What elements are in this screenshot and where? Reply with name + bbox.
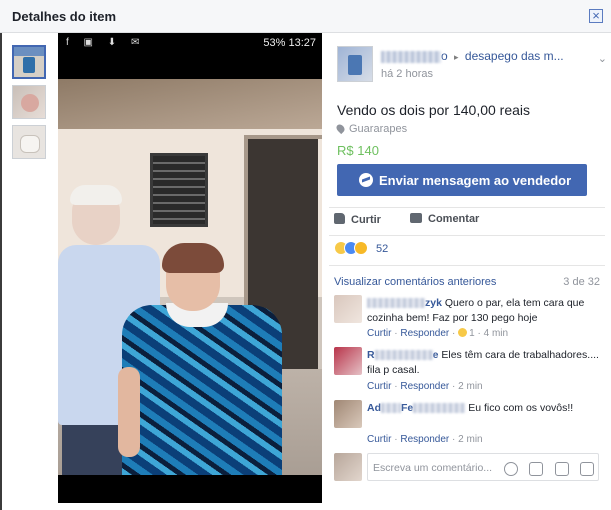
wow-reaction-icon <box>354 241 368 255</box>
comment-time[interactable]: 4 min <box>484 328 508 339</box>
thumbnail-strip <box>12 45 48 165</box>
item-price: R$ 140 <box>337 143 379 158</box>
messenger-icon <box>359 173 373 187</box>
item-photo[interactable]: f ▣ ⬇ ✉ 53% 13:27 <box>58 33 322 503</box>
thumbnail-1[interactable] <box>12 45 46 79</box>
comment-count: 3 de 32 <box>563 276 600 288</box>
battery-clock: 53% 13:27 <box>263 37 316 49</box>
commenter-name[interactable]: Ad Fe <box>367 402 466 414</box>
seller-avatar[interactable] <box>337 46 373 82</box>
comment-bubble-icon <box>410 213 422 223</box>
reaction-count: 52 <box>376 243 389 255</box>
comment-body: Ad Fe Eu fico com os vovôs!! <box>367 401 599 416</box>
blurred-name <box>381 50 441 63</box>
comment-composer: Escreva um comentário... <box>334 453 600 481</box>
photo-scene <box>58 79 322 475</box>
camera-icon[interactable] <box>529 461 544 476</box>
comment-meta: Curtir · Responder · 2 min <box>367 381 483 392</box>
comment-reply-link[interactable]: Responder <box>400 434 449 445</box>
seller-name[interactable]: o ▸ desapego das m... <box>381 49 564 63</box>
commenter-name[interactable]: zyk <box>367 297 442 309</box>
dialog-header: Detalhes do item × <box>0 0 611 33</box>
status-icons: f ▣ ⬇ ✉ <box>66 37 146 48</box>
commenter-avatar[interactable] <box>334 400 362 428</box>
message-seller-button[interactable]: Enviar mensagem ao vendedor <box>337 164 587 196</box>
comment-item: zyk Quero o par, ela tem cara que cozinh… <box>334 295 600 343</box>
thumbnail-3[interactable] <box>12 125 46 159</box>
dialog-title: Detalhes do item <box>12 9 117 24</box>
commenter-avatar[interactable] <box>334 347 362 375</box>
like-button[interactable]: Curtir <box>334 213 381 226</box>
commenter-name[interactable]: Re <box>367 349 438 361</box>
comment-like-link[interactable]: Curtir <box>367 434 391 445</box>
comment-time[interactable]: 2 min <box>458 381 482 392</box>
comment-item: Re Eles têm cara de trabalhadores.... fi… <box>334 347 600 395</box>
emoji-icon[interactable] <box>503 461 518 476</box>
current-user-avatar <box>334 453 362 481</box>
comment-button[interactable]: Comentar <box>410 213 479 225</box>
comment-meta: Curtir · Responder · 2 min <box>367 434 483 445</box>
item-details-panel: o ▸ desapego das m... há 2 horas ⌄ Vendo… <box>323 33 611 510</box>
close-icon[interactable]: × <box>589 9 603 23</box>
group-link[interactable]: desapego das m... <box>465 49 564 63</box>
divider <box>329 207 605 208</box>
comment-time[interactable]: 2 min <box>458 434 482 445</box>
divider <box>329 265 605 266</box>
arrow-right-icon: ▸ <box>454 52 459 62</box>
thumbs-up-icon <box>334 213 345 224</box>
comment-like-link[interactable]: Curtir <box>367 328 391 339</box>
comment-text: Eu fico com os vovôs!! <box>468 402 574 414</box>
view-previous-comments-link[interactable]: Visualizar comentários anteriores <box>334 276 496 288</box>
comment-reply-link[interactable]: Responder <box>400 381 449 392</box>
thumbnail-2[interactable] <box>12 85 46 119</box>
location-pin-icon <box>334 122 347 135</box>
phone-status-bar: f ▣ ⬇ ✉ 53% 13:27 <box>58 33 322 53</box>
gif-icon[interactable] <box>554 461 569 476</box>
post-time[interactable]: há 2 horas <box>381 68 433 80</box>
person-woman <box>118 243 292 475</box>
comment-input[interactable]: Escreva um comentário... <box>367 453 599 481</box>
item-title: Vendo os dois por 140,00 reais <box>337 102 531 118</box>
comment-reply-link[interactable]: Responder <box>400 328 449 339</box>
comment-item: Ad Fe Eu fico com os vovôs!! Curtir · Res… <box>334 400 600 448</box>
composer-tools <box>496 461 594 476</box>
backdrop-edge <box>0 33 2 510</box>
comment-body: zyk Quero o par, ela tem cara que cozinh… <box>367 296 599 326</box>
item-location: Guararapes <box>334 122 407 135</box>
divider <box>329 235 605 236</box>
haha-reaction-icon <box>458 328 468 337</box>
comment-like-link[interactable]: Curtir <box>367 381 391 392</box>
sticker-icon[interactable] <box>580 461 594 476</box>
comment-body: Re Eles têm cara de trabalhadores.... fi… <box>367 348 599 378</box>
commenter-avatar[interactable] <box>334 295 362 323</box>
comment-meta: Curtir · Responder · 1 · 4 min <box>367 328 509 339</box>
comment-reaction-count[interactable]: 1 <box>469 328 475 339</box>
comment-placeholder: Escreva um comentário... <box>373 462 493 474</box>
seller-row: o ▸ desapego das m... há 2 horas ⌄ <box>337 46 607 82</box>
chevron-down-icon[interactable]: ⌄ <box>598 52 607 65</box>
